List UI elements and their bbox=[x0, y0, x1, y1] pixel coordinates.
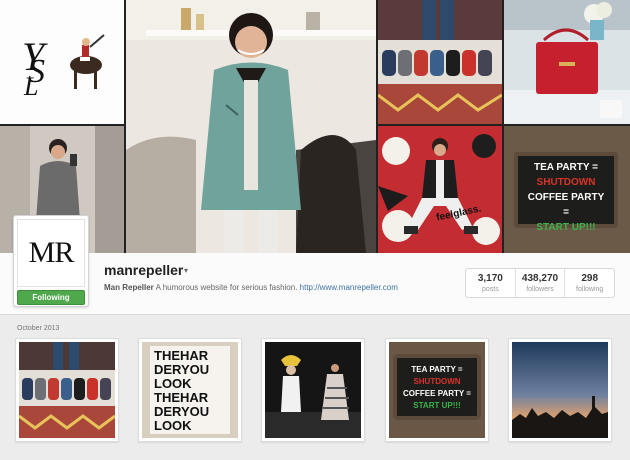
stat-posts[interactable]: 3,170 posts bbox=[466, 269, 516, 297]
thumb-sign-line-4: START UP!!! bbox=[413, 401, 460, 410]
poster-line-6: LOOK bbox=[154, 418, 192, 433]
feed-photo-chalkboard[interactable]: TEA PARTY = SHUTDOWN COFFEE PARTY = STAR… bbox=[385, 338, 489, 442]
cover-tile-chalkboard-sign[interactable]: TEA PARTY = SHUTDOWN COFFEE PARTY = STAR… bbox=[504, 126, 630, 253]
sign-line-1: TEA PARTY = bbox=[534, 162, 598, 173]
sneakers-image bbox=[378, 0, 502, 124]
stat-following-value: 298 bbox=[581, 273, 599, 284]
poster-line-3: LOOK bbox=[154, 376, 192, 391]
stat-followers-label: followers bbox=[526, 286, 554, 293]
sign-line-4: START UP!!! bbox=[536, 222, 596, 233]
thumb-sign-line-3: COFFEE PARTY = bbox=[403, 389, 471, 398]
poster-line-2: DERYOU bbox=[154, 362, 209, 377]
feed-photo-poster[interactable]: THEHAR DERYOU LOOK THEHAR DERYOU LOOK bbox=[138, 338, 242, 442]
avatar-card: MR Following bbox=[13, 215, 89, 307]
profile-stats: 3,170 posts 438,270 followers 298 follow… bbox=[465, 268, 615, 298]
cover-tile-red-bag[interactable] bbox=[504, 0, 630, 124]
sneakers-thumb-image bbox=[19, 342, 115, 438]
red-bag-image bbox=[504, 0, 630, 124]
chalkboard: TEA PARTY = SHUTDOWN COFFEE PARTY = STAR… bbox=[514, 152, 618, 233]
feed-month-label: October 2013 bbox=[17, 325, 60, 332]
thumb-sign-line-2: SHUTDOWN bbox=[413, 377, 460, 386]
cover-tile-logos[interactable]: Y S L bbox=[0, 0, 124, 124]
poster-line-5: DERYOU bbox=[154, 404, 209, 419]
stat-posts-label: posts bbox=[481, 286, 499, 293]
teal-coat-image bbox=[126, 0, 376, 253]
stat-followers-value: 438,270 bbox=[521, 273, 559, 284]
bio-description: A humorous website for serious fashion. bbox=[153, 283, 300, 292]
feed-photo-runway[interactable] bbox=[261, 338, 365, 442]
sign-line-2: SHUTDOWN bbox=[536, 177, 596, 188]
sunset-thumb-image bbox=[512, 342, 608, 438]
runway-thumb-image bbox=[265, 342, 361, 438]
chevron-down-icon[interactable]: ▾ bbox=[184, 266, 188, 275]
stat-following[interactable]: 298 following bbox=[565, 269, 614, 297]
feelglass-image bbox=[378, 126, 502, 253]
avatar[interactable]: MR bbox=[17, 219, 85, 287]
cover-tile-feelglass[interactable]: feelglass. bbox=[378, 126, 502, 253]
avatar-logo-text: MR bbox=[28, 236, 75, 269]
stat-following-label: following bbox=[576, 286, 604, 293]
stat-followers[interactable]: 438,270 followers bbox=[516, 269, 566, 297]
feed-photo-sunset[interactable] bbox=[508, 338, 612, 442]
thumb-sign-line-1: TEA PARTY = bbox=[411, 365, 463, 374]
cover-tile-teal-coat[interactable] bbox=[126, 0, 376, 253]
stat-posts-value: 3,170 bbox=[477, 273, 503, 284]
sign-line-3: COFFEE PARTY = bbox=[527, 192, 605, 218]
profile-bio: Man Repeller A humorous website for seri… bbox=[104, 283, 398, 292]
logos-image: Y S L bbox=[0, 0, 124, 124]
poster-line-1: THEHAR bbox=[154, 348, 209, 363]
chalkboard-thumb-image: TEA PARTY = SHUTDOWN COFFEE PARTY = STAR… bbox=[389, 342, 485, 438]
bio-website-link[interactable]: http://www.manrepeller.com bbox=[300, 283, 398, 292]
cover-tile-sneakers[interactable] bbox=[378, 0, 502, 124]
poster-thumb-image: THEHAR DERYOU LOOK THEHAR DERYOU LOOK bbox=[142, 342, 238, 438]
cover-photo-mosaic: Y S L feelglass. TEA PARTY = SHUTDOWN CO… bbox=[0, 0, 630, 253]
poster-line-4: THEHAR bbox=[154, 390, 209, 405]
username[interactable]: manrepeller bbox=[104, 262, 183, 278]
following-button[interactable]: Following bbox=[17, 290, 85, 305]
svg-text:L: L bbox=[23, 72, 38, 101]
bio-full-name: Man Repeller bbox=[104, 283, 154, 292]
feed-photo-sneakers[interactable] bbox=[15, 338, 119, 442]
